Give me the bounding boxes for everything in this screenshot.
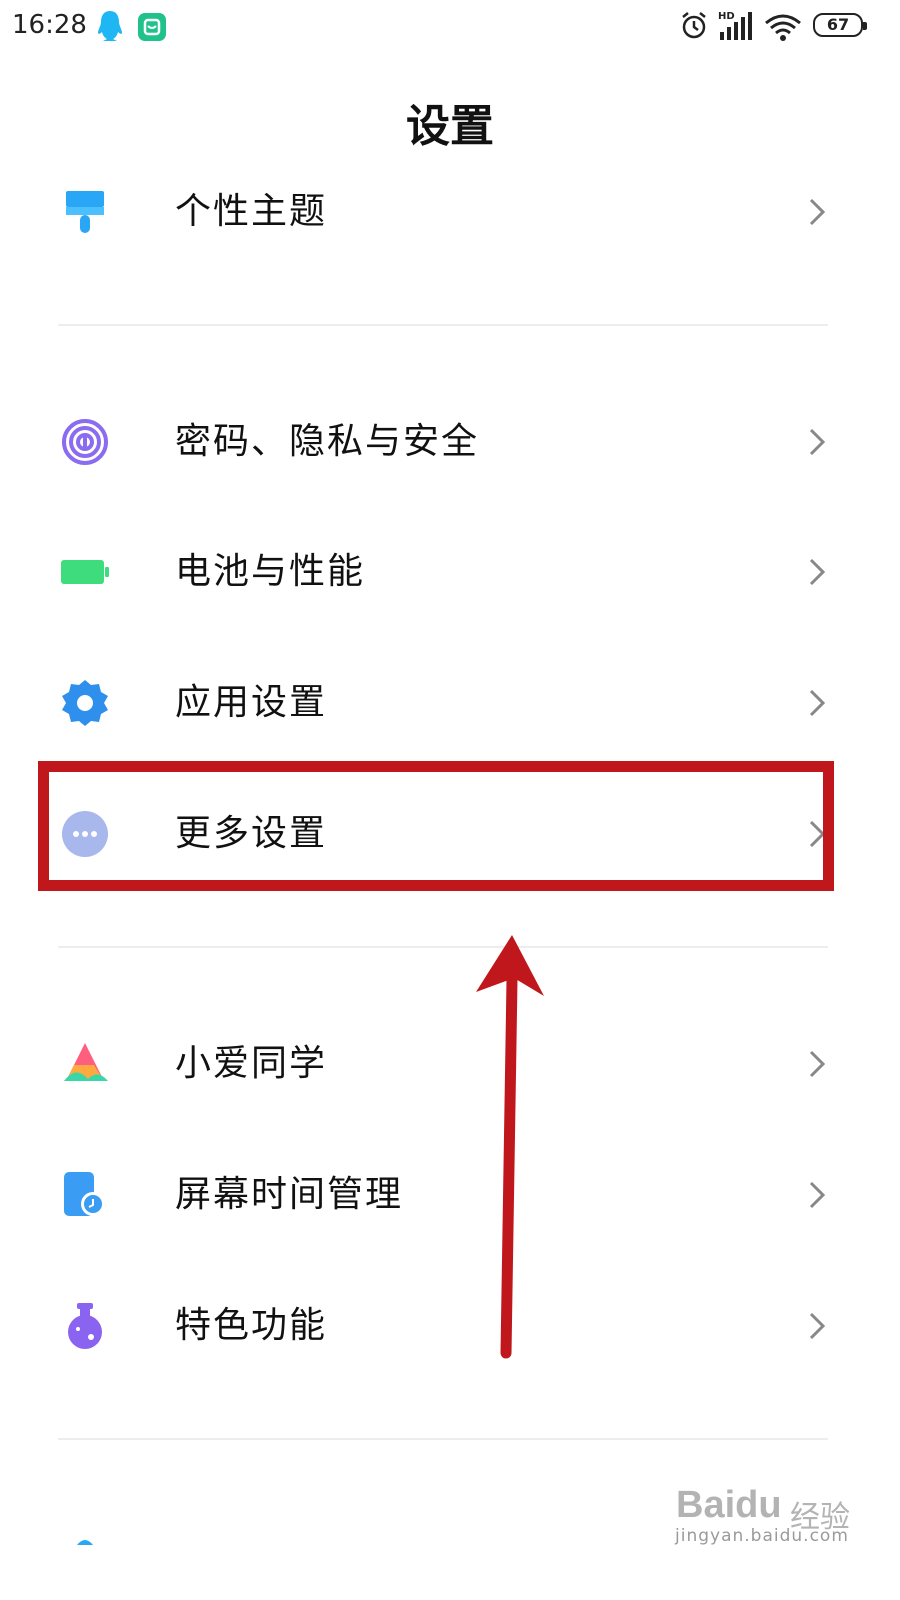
annotation-arrow bbox=[476, 935, 544, 1359]
watermark-brand: Baidu bbox=[676, 1484, 782, 1526]
watermark-url: jingyan.baidu.com bbox=[675, 1526, 849, 1546]
